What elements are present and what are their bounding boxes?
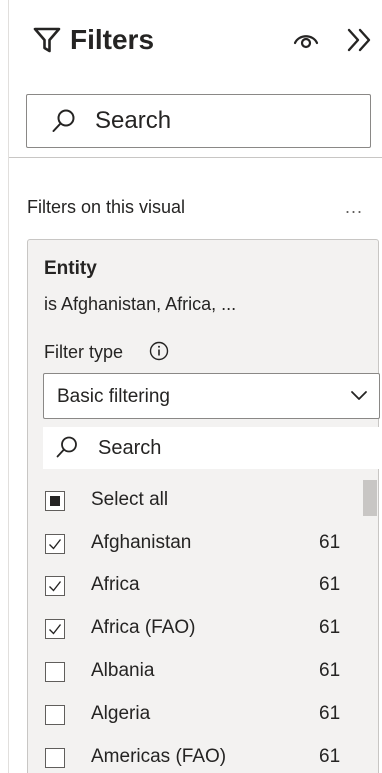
list-item[interactable]: Algeria 61 bbox=[28, 698, 368, 734]
filters-pane: Filters Filters on this visual ... Entit… bbox=[8, 0, 382, 773]
item-checkbox[interactable] bbox=[45, 619, 65, 639]
list-item[interactable]: Americas (FAO) 61 bbox=[28, 741, 368, 773]
list-item-label: Africa bbox=[91, 574, 140, 595]
list-item-label: Select all bbox=[91, 489, 169, 510]
list-item[interactable]: Africa (FAO) 61 bbox=[28, 612, 368, 648]
chevron-down-icon bbox=[351, 391, 367, 400]
filter-type-label: Filter type bbox=[44, 342, 124, 362]
pane-header: Filters bbox=[9, 14, 382, 70]
list-item-label: Algeria bbox=[91, 703, 151, 724]
section-title: Filters on this visual bbox=[27, 197, 186, 217]
checkmark-icon bbox=[49, 581, 62, 592]
list-item-count: 61 bbox=[319, 617, 341, 638]
item-checkbox[interactable] bbox=[45, 662, 65, 682]
list-item-label: Africa (FAO) bbox=[91, 617, 196, 638]
filter-type-dropdown[interactable]: Basic filtering bbox=[43, 373, 380, 419]
list-item[interactable]: Africa 61 bbox=[28, 569, 368, 605]
list-item-count: 61 bbox=[319, 746, 341, 767]
double-chevron-right-icon[interactable] bbox=[345, 26, 375, 54]
list-item-label: Afghanistan bbox=[91, 532, 192, 553]
checkmark-icon bbox=[49, 539, 62, 550]
pane-title: Filters bbox=[70, 24, 155, 55]
list-item-label: Americas (FAO) bbox=[91, 746, 227, 767]
filter-summary: is Afghanistan, Africa, ... bbox=[44, 294, 237, 314]
list-scrollbar[interactable] bbox=[363, 480, 377, 516]
list-item-count: 61 bbox=[319, 660, 341, 681]
item-checkbox[interactable] bbox=[45, 705, 65, 725]
funnel-icon bbox=[33, 27, 61, 53]
more-options-button[interactable]: ... bbox=[345, 197, 363, 218]
list-search-input[interactable] bbox=[98, 434, 358, 462]
filter-value-list: Select all Afghanistan 61 Africa 61 Afri… bbox=[28, 480, 380, 773]
filter-field-name[interactable]: Entity bbox=[44, 258, 97, 280]
info-icon[interactable] bbox=[149, 341, 169, 361]
list-item-count: 61 bbox=[319, 703, 341, 724]
item-checkbox[interactable] bbox=[45, 534, 65, 554]
list-item-count: 61 bbox=[319, 574, 341, 595]
pane-search-box[interactable] bbox=[26, 94, 371, 148]
select-all-checkbox[interactable] bbox=[45, 491, 65, 511]
eye-icon[interactable] bbox=[293, 30, 319, 50]
checkmark-icon bbox=[49, 624, 62, 635]
pane-search-input[interactable] bbox=[95, 105, 355, 137]
list-search-box[interactable] bbox=[43, 427, 380, 469]
search-icon bbox=[56, 436, 77, 458]
list-item[interactable]: Afghanistan 61 bbox=[28, 527, 368, 563]
list-item-label: Albania bbox=[91, 660, 155, 681]
search-icon bbox=[52, 109, 75, 132]
filter-card[interactable]: Entity is Afghanistan, Africa, ... Filte… bbox=[27, 239, 380, 773]
select-all-row[interactable]: Select all bbox=[28, 484, 368, 520]
list-item-count: 61 bbox=[319, 532, 341, 553]
filter-type-value: Basic filtering bbox=[57, 386, 170, 407]
list-item[interactable]: Albania 61 bbox=[28, 655, 368, 691]
item-checkbox[interactable] bbox=[45, 748, 65, 768]
item-checkbox[interactable] bbox=[45, 576, 65, 596]
divider bbox=[9, 157, 382, 158]
